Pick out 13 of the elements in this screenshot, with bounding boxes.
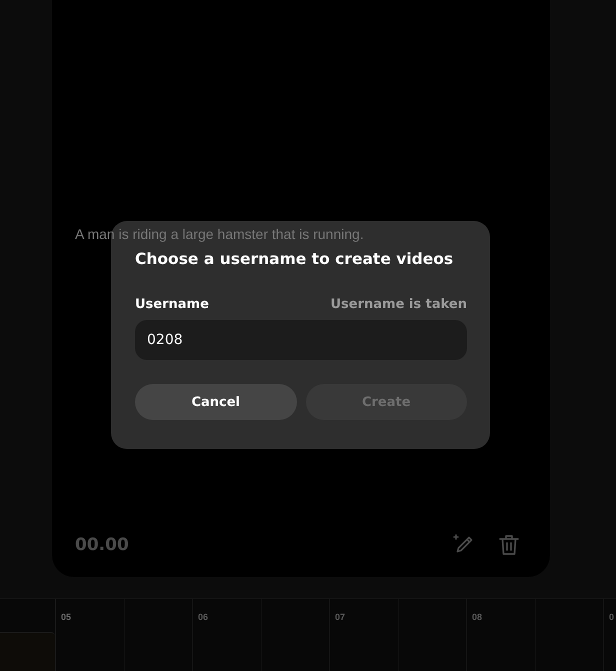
username-field[interactable]: 0208 <box>135 320 467 360</box>
field-status: Username is taken <box>330 297 467 312</box>
duration-text: 00.00 <box>75 535 129 555</box>
time-tick-label: 06 <box>198 612 208 622</box>
cancel-button[interactable]: Cancel <box>135 384 296 420</box>
video-caption: A man is riding a large hamster that is running. <box>75 226 364 242</box>
time-tick-label: 0 <box>609 612 614 622</box>
dialog-title: Choose a username to create videos <box>135 249 454 270</box>
time-tick-label: 05 <box>61 612 72 622</box>
trash-icon[interactable] <box>498 533 520 557</box>
field-label: Username <box>135 297 209 312</box>
time-tick-label: 08 <box>472 612 482 622</box>
time-tick-label: 07 <box>335 612 346 622</box>
